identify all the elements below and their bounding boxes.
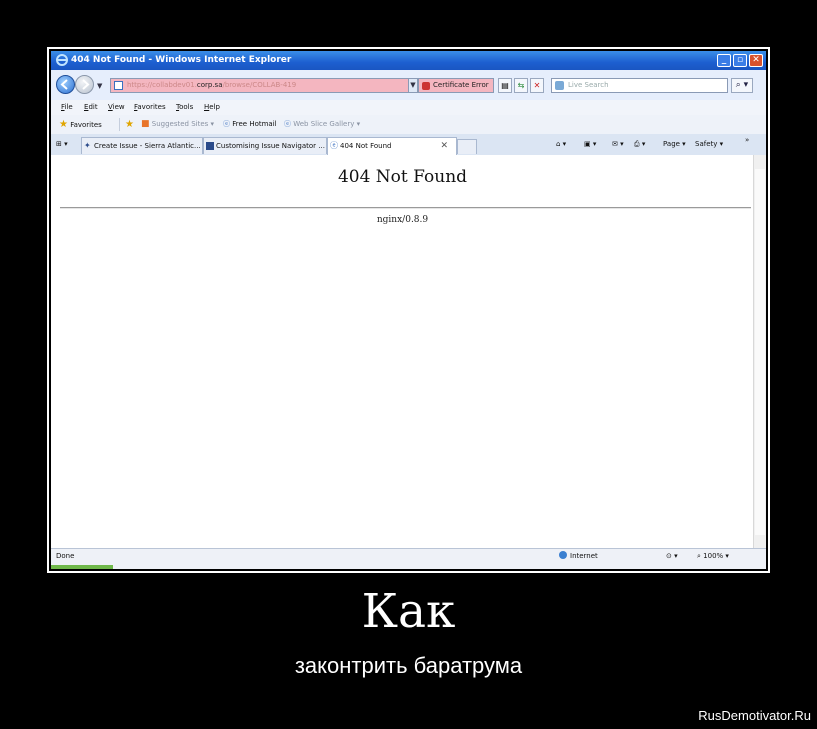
ie-logo-icon — [56, 54, 68, 66]
address-dropdown-icon[interactable]: ▼ — [408, 78, 418, 93]
ie-window: 404 Not Found - Windows Internet Explore… — [51, 51, 766, 569]
vertical-scrollbar[interactable] — [753, 155, 766, 549]
minimize-button[interactable]: _ — [717, 54, 731, 67]
live-search-icon — [555, 81, 564, 90]
close-button[interactable]: ✕ — [749, 54, 763, 67]
tab-issue-navigator[interactable]: Customising Issue Navigator ... — [203, 137, 327, 154]
close-tab-icon[interactable]: ✕ — [440, 138, 448, 154]
page-menu[interactable]: Page ▾ — [663, 134, 686, 155]
ie-page-icon: ⓔ — [223, 120, 230, 128]
separator — [119, 118, 120, 131]
home-icon[interactable]: ⌂ ▾ — [556, 134, 566, 155]
zoom-label: 100% — [703, 552, 724, 560]
tab-label: Create Issue - Sierra Atlantic... — [94, 142, 201, 150]
tab-bar: ⊞ ▾ ✦ Create Issue - Sierra Atlantic... … — [51, 134, 766, 156]
scrollbar-track[interactable] — [755, 169, 765, 535]
jira-icon: ✦ — [84, 141, 91, 150]
maximize-button[interactable]: ▫ — [733, 54, 747, 67]
search-placeholder: Live Search — [568, 81, 609, 89]
url-prefix: https://collabdev01. — [127, 81, 197, 89]
stop-icon[interactable]: ✕ — [530, 78, 544, 93]
url-suffix: /browse/COLLAB-419 — [222, 81, 297, 89]
menu-edit[interactable]: Edit — [84, 100, 98, 115]
security-zone[interactable]: Internet — [559, 550, 598, 563]
menu-file[interactable]: File — [61, 100, 73, 115]
tab-label: 404 Not Found — [340, 142, 392, 150]
jira-icon — [206, 142, 214, 150]
certificate-error-button[interactable]: Certificate Error — [418, 78, 494, 93]
zoom-icon: ⌕ — [697, 552, 701, 560]
caption-title: Как — [361, 584, 456, 639]
divider — [60, 207, 751, 209]
new-tab-button[interactable] — [457, 139, 477, 154]
progress-bar — [51, 565, 113, 569]
page-icon — [114, 81, 123, 90]
menu-view[interactable]: View — [108, 100, 125, 115]
tab-404-not-found[interactable]: ⓔ 404 Not Found ✕ — [327, 137, 457, 155]
tab-create-issue[interactable]: ✦ Create Issue - Sierra Atlantic... — [81, 137, 203, 154]
back-button[interactable] — [56, 75, 75, 94]
site-watermark[interactable]: RusDemotivator.Ru — [698, 708, 811, 723]
shield-icon — [422, 82, 430, 90]
address-bar[interactable]: https://collabdev01.corp.sa/browse/COLLA… — [110, 78, 416, 93]
mail-icon[interactable]: ✉ ▾ — [612, 134, 624, 155]
zoom-control[interactable]: ⌕ 100% ▾ — [697, 550, 729, 563]
magnifier-icon: ⌕ ▾ — [735, 80, 749, 90]
tab-label: Customising Issue Navigator ... — [216, 142, 325, 150]
address-row: ▼ https://collabdev01.corp.sa/browse/COL… — [51, 70, 766, 101]
protected-mode-icon[interactable]: ⊙ ▾ — [666, 550, 678, 563]
more-commands-icon[interactable]: » — [745, 130, 749, 151]
free-hotmail-link[interactable]: ⓔ Free Hotmail — [223, 115, 277, 134]
favorites-bar: ★ Favorites ★ ■ Suggested Sites ▾ ⓔ Free… — [51, 115, 766, 135]
back-arrow-icon — [60, 79, 68, 90]
title-bar: 404 Not Found - Windows Internet Explore… — [51, 51, 766, 70]
menu-help[interactable]: Help — [204, 100, 220, 115]
favorites-label: Favorites — [70, 121, 102, 129]
refresh-icon[interactable]: ⇆ — [514, 78, 528, 93]
zone-label: Internet — [570, 552, 598, 560]
suggested-sites-label: Suggested Sites ▾ — [151, 120, 215, 128]
compatibility-view-icon[interactable]: ▤ — [498, 78, 512, 93]
ie-page-icon: ⓔ — [284, 120, 291, 128]
feeds-icon[interactable]: ▣ ▾ — [584, 134, 596, 155]
print-icon[interactable]: ⎙ ▾ — [634, 134, 645, 155]
page-heading: 404 Not Found — [337, 167, 468, 187]
safety-menu[interactable]: Safety ▾ — [695, 134, 723, 155]
menu-tools[interactable]: Tools — [176, 100, 193, 115]
recent-pages-dropdown-icon[interactable]: ▼ — [97, 82, 102, 90]
window-title: 404 Not Found - Windows Internet Explore… — [71, 55, 292, 65]
free-hotmail-label: Free Hotmail — [232, 120, 277, 128]
star-icon: ★ — [59, 119, 68, 130]
certificate-error-label: Certificate Error — [433, 81, 489, 89]
search-input[interactable]: Live Search — [551, 78, 728, 93]
menu-favorites[interactable]: Favorites — [134, 100, 166, 115]
quick-tabs-icon[interactable]: ⊞ ▾ — [56, 134, 68, 155]
forward-arrow-icon — [82, 79, 90, 90]
caption-subtitle: законтрить баратрума — [294, 653, 523, 678]
search-button[interactable]: ⌕ ▾ — [731, 78, 753, 93]
add-star-icon: ★ — [125, 119, 134, 130]
add-favorite-icon[interactable]: ★ — [125, 115, 134, 135]
ie-page-icon: ⓔ — [330, 141, 338, 150]
favorites-button[interactable]: ★ Favorites — [59, 115, 102, 135]
page-content: 404 Not Found nginx/0.8.9 — [51, 155, 754, 549]
suggested-sites-icon: ■ — [141, 119, 150, 129]
status-text: Done — [56, 552, 75, 560]
suggested-sites-button[interactable]: ■ Suggested Sites ▾ — [141, 115, 214, 134]
menu-bar: File Edit View Favorites Tools Help — [51, 100, 766, 116]
forward-button[interactable] — [75, 75, 94, 94]
server-signature: nginx/0.8.9 — [376, 215, 429, 225]
web-slice-gallery-label: Web Slice Gallery ▾ — [293, 120, 361, 128]
status-bar: Done Internet ⊙ ▾ ⌕ 100% ▾ — [51, 548, 766, 569]
url-host: corp.sa — [196, 81, 223, 89]
globe-icon — [559, 551, 567, 559]
web-slice-gallery-link[interactable]: ⓔ Web Slice Gallery ▾ — [284, 115, 360, 134]
demotivator-frame: 404 Not Found - Windows Internet Explore… — [47, 47, 770, 573]
